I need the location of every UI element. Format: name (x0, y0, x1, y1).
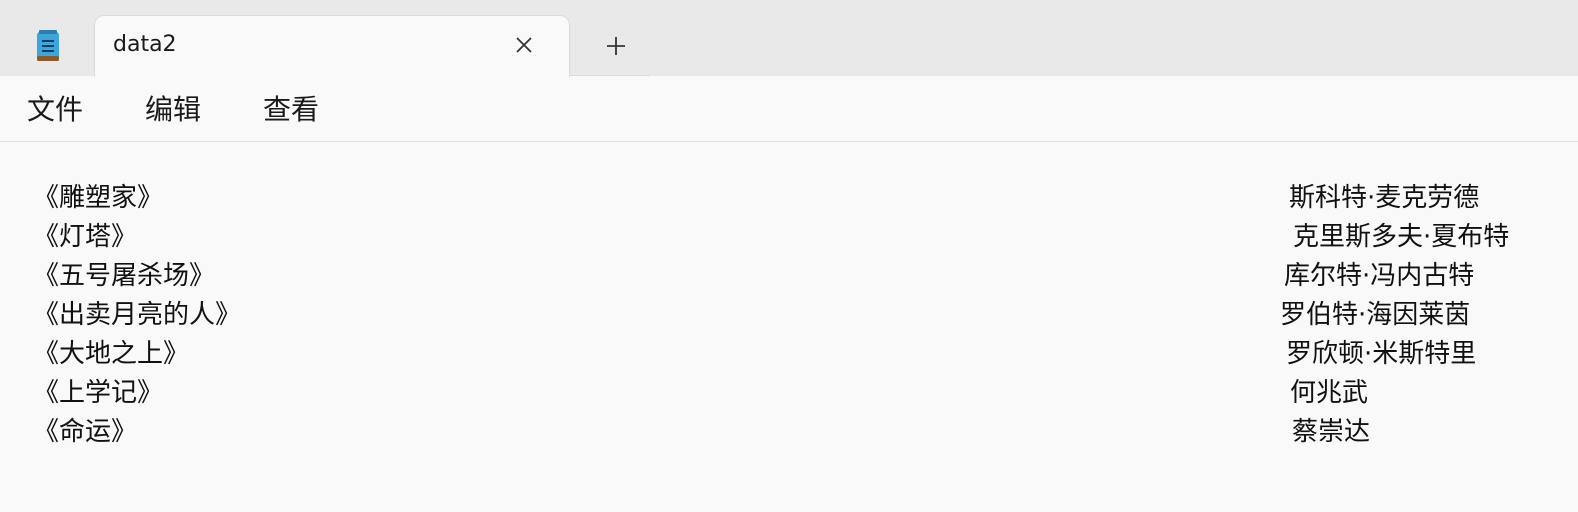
book-author: 罗欣顿·米斯特里 (1286, 339, 1477, 369)
book-author: 库尔特·冯内古特 (1284, 261, 1475, 291)
tab-strip: data2 (0, 0, 1578, 77)
book-author: 斯科特·麦克劳德 (1289, 183, 1480, 213)
book-title: 《五号屠杀场》 (33, 261, 216, 291)
book-title: 《雕塑家》 (33, 183, 164, 213)
book-author: 克里斯多夫·夏布特 (1293, 222, 1510, 252)
tab-data2[interactable]: data2 (94, 15, 570, 77)
menu-bar: 文件 编辑 查看 (0, 77, 1578, 142)
book-author: 何兆武 (1290, 378, 1369, 408)
book-title: 《大地之上》 (33, 339, 190, 369)
book-title: 《灯塔》 (33, 222, 138, 252)
notepad-window: data2 文件 编辑 查看 《雕塑家》 斯科特·麦克劳德 《灯塔》 克里斯多夫… (0, 0, 1578, 512)
notepad-icon (37, 30, 59, 61)
menu-view[interactable]: 查看 (263, 93, 319, 127)
plus-icon[interactable] (603, 33, 629, 59)
book-title: 《出卖月亮的人》 (33, 300, 242, 330)
text-editor[interactable]: 《雕塑家》 斯科特·麦克劳德 《灯塔》 克里斯多夫·夏布特 《五号屠杀场》 库尔… (0, 143, 1578, 512)
tab-title: data2 (113, 32, 177, 57)
tab-divider (570, 75, 650, 76)
close-icon[interactable] (513, 34, 535, 56)
book-title: 《命运》 (33, 417, 138, 447)
book-author: 罗伯特·海因莱茵 (1280, 300, 1471, 330)
book-author: 蔡崇达 (1292, 417, 1371, 447)
book-title: 《上学记》 (33, 378, 164, 408)
menu-file[interactable]: 文件 (27, 93, 83, 127)
menu-edit[interactable]: 编辑 (145, 93, 201, 127)
